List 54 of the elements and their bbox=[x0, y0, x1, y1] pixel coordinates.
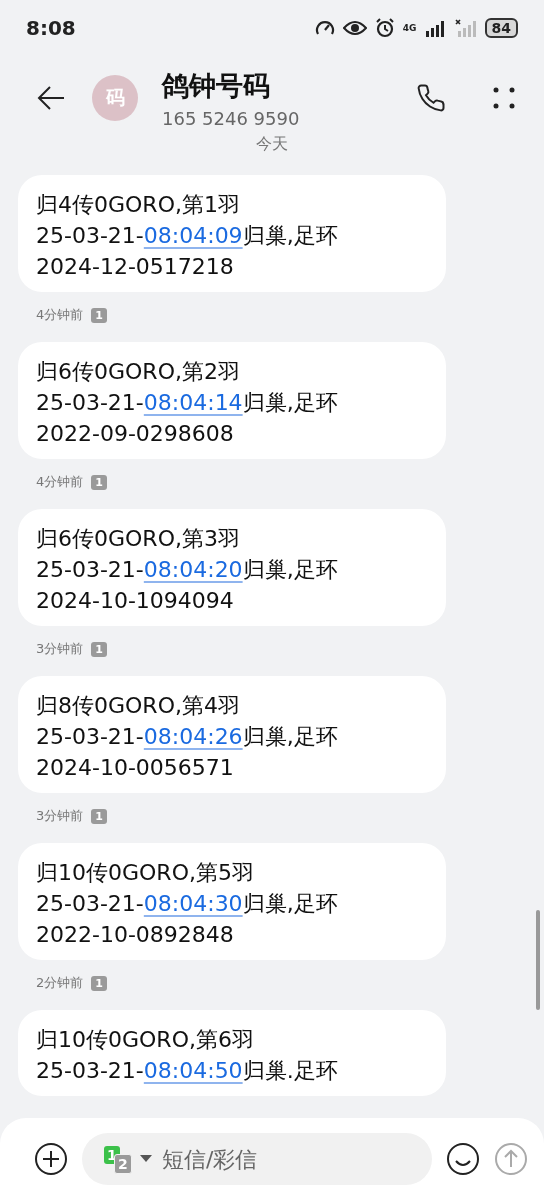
sim-badge: 2 bbox=[114, 1154, 132, 1174]
message-text: 25-03-21-08:04:20归巢,足环 bbox=[36, 556, 339, 584]
message-text: 25-03-21-08:04:26归巢,足环 bbox=[36, 723, 339, 751]
message-text: 2022-09-0298608 bbox=[36, 420, 235, 448]
speedometer-icon bbox=[314, 19, 335, 37]
message-time: 4分钟前 bbox=[36, 306, 84, 324]
message-text: 归10传0GORO,第5羽 bbox=[36, 859, 255, 887]
call-button[interactable] bbox=[416, 83, 446, 113]
message-text: 2024-12-0517218 bbox=[36, 253, 235, 281]
time-link[interactable]: 08:04:26 bbox=[143, 724, 243, 749]
signal-icon bbox=[424, 19, 447, 37]
message-text: 25-03-21-08:04:09归巢,足环 bbox=[36, 222, 339, 250]
time-link[interactable]: 08:04:09 bbox=[143, 223, 243, 248]
time-link[interactable]: 08:04:20 bbox=[143, 557, 243, 582]
contact-avatar: 码 bbox=[92, 75, 138, 121]
sim-badge: 1 bbox=[91, 474, 107, 490]
scrollbar[interactable] bbox=[536, 910, 540, 1010]
message-time: 3分钟前 bbox=[36, 640, 84, 658]
message-text: 2024-10-1094094 bbox=[36, 587, 235, 615]
sim-badge: 1 bbox=[91, 641, 107, 657]
message-time: 4分钟前 bbox=[36, 473, 84, 491]
time-link[interactable]: 08:04:14 bbox=[143, 390, 243, 415]
message-text: 2022-10-0892848 bbox=[36, 921, 235, 949]
message-text: 2024-10-0056571 bbox=[36, 754, 235, 782]
emoji-button[interactable] bbox=[446, 1142, 480, 1176]
message-time: 3分钟前 bbox=[36, 807, 84, 825]
message-time: 2分钟前 bbox=[36, 974, 84, 992]
message-text: 归8传0GORO,第4羽 bbox=[36, 692, 241, 720]
status-time: 8:08 bbox=[26, 16, 76, 40]
alarm-icon bbox=[374, 18, 395, 38]
message-text: 25-03-21-08:04:50归巢.足环 bbox=[36, 1057, 339, 1085]
time-link[interactable]: 08:04:30 bbox=[143, 891, 243, 916]
more-button[interactable] bbox=[492, 86, 516, 110]
network-type: 4G bbox=[402, 23, 417, 33]
phone-number: 165 5246 9590 bbox=[162, 107, 301, 129]
message-text: 25-03-21-08:04:14归巢,足环 bbox=[36, 389, 339, 417]
message-text: 归4传0GORO,第1羽 bbox=[36, 191, 241, 219]
back-button[interactable] bbox=[36, 85, 66, 111]
battery-indicator: 84 bbox=[484, 18, 518, 38]
message-text: 归6传0GORO,第2羽 bbox=[36, 358, 241, 386]
sim-badge: 1 bbox=[91, 975, 107, 991]
message-field[interactable]: 短信/彩信 bbox=[160, 1145, 416, 1173]
eye-icon bbox=[342, 20, 367, 36]
sim-badge: 1 bbox=[91, 307, 107, 323]
date-divider: 今天 bbox=[256, 134, 288, 153]
message-text: 归6传0GORO,第3羽 bbox=[36, 525, 241, 553]
time-link[interactable]: 08:04:50 bbox=[143, 1058, 243, 1083]
message-text: 归10传0GORO,第6羽 bbox=[36, 1026, 255, 1054]
no-signal-icon bbox=[454, 19, 477, 37]
sim-badge: 1 bbox=[91, 808, 107, 824]
caret-icon[interactable] bbox=[140, 1155, 152, 1163]
contact-name: 鸽钟号码 bbox=[162, 68, 271, 103]
add-button[interactable] bbox=[34, 1142, 68, 1176]
message-text: 25-03-21-08:04:30归巢,足环 bbox=[36, 890, 339, 918]
